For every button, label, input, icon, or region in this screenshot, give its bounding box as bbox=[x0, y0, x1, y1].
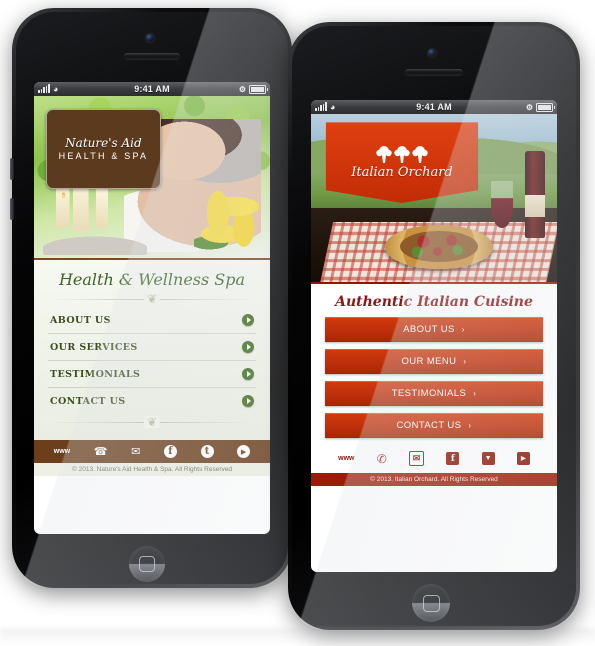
battery-icon bbox=[249, 84, 268, 94]
earpiece-speaker bbox=[124, 53, 180, 60]
twitter-icon[interactable]: t bbox=[200, 445, 214, 458]
status-time: 9:41 AM bbox=[134, 84, 170, 94]
earpiece-speaker bbox=[405, 69, 463, 76]
phone-left-screen: ◕ 9:41 AM ⚙ Nature's Aid HEALTH & SPA He… bbox=[34, 82, 270, 534]
button-label: TESTIMONIALS bbox=[391, 388, 467, 399]
spa-content: Health & Wellness Spa ❦ ABOUT US OUR SER… bbox=[34, 258, 270, 476]
volume-down-button[interactable] bbox=[10, 198, 14, 220]
flourish-icon: ❦ bbox=[143, 416, 161, 428]
italian-tagline: Authentic Italian Cuisine bbox=[335, 294, 533, 310]
spa-nav-list: ABOUT US OUR SERVICES TESTIMONIALS CONTA… bbox=[48, 307, 256, 414]
arrow-right-icon[interactable] bbox=[242, 395, 254, 407]
about-us-button[interactable]: ABOUT US › bbox=[325, 317, 543, 342]
nav-label: TESTIMONIALS bbox=[50, 368, 141, 380]
arrow-right-icon[interactable] bbox=[242, 314, 254, 326]
button-label: ABOUT US bbox=[403, 324, 455, 335]
phone-right-screen: ◕ 9:41 AM ⚙ Italian Orchard Authentic It… bbox=[311, 100, 557, 572]
tree-icon bbox=[394, 145, 410, 163]
www-icon[interactable]: www bbox=[54, 448, 70, 455]
email-icon[interactable]: ✉ bbox=[131, 445, 140, 458]
spa-logo[interactable]: Nature's Aid HEALTH & SPA bbox=[45, 108, 162, 189]
arrow-right-icon[interactable] bbox=[242, 368, 254, 380]
sidebar-item-about-us[interactable]: ABOUT US bbox=[48, 307, 256, 334]
phone-left: ◕ 9:41 AM ⚙ Nature's Aid HEALTH & SPA He… bbox=[10, 8, 292, 588]
front-camera-icon bbox=[146, 34, 154, 42]
arrow-right-icon[interactable] bbox=[242, 341, 254, 353]
phone-right: ◕ 9:41 AM ⚙ Italian Orchard Authentic It… bbox=[288, 22, 580, 630]
italian-logo-text: Italian Orchard bbox=[351, 164, 453, 180]
twitter-icon[interactable]: ▼ bbox=[481, 452, 495, 465]
wine-bottle-photo bbox=[525, 150, 545, 239]
home-button-square-icon bbox=[139, 556, 155, 572]
chevron-right-icon: › bbox=[468, 421, 472, 430]
facebook-icon[interactable]: f bbox=[163, 445, 177, 458]
facebook-icon[interactable]: f bbox=[446, 452, 460, 465]
ornament-divider-top: ❦ bbox=[48, 293, 256, 305]
italian-orchard-logo[interactable]: Italian Orchard bbox=[325, 122, 479, 204]
candle-flame-icon bbox=[62, 192, 66, 199]
spa-copyright: © 2013. Nature's Aid Health & Spa. All R… bbox=[34, 463, 270, 476]
sidebar-item-our-services[interactable]: OUR SERVICES bbox=[48, 334, 256, 361]
button-label: CONTACT US bbox=[396, 420, 462, 431]
chevron-right-icon: › bbox=[463, 357, 467, 366]
status-time: 9:41 AM bbox=[416, 102, 452, 112]
nav-label: OUR SERVICES bbox=[50, 341, 138, 353]
status-bar-right: ◕ 9:41 AM ⚙ bbox=[311, 100, 557, 114]
spa-tagline: Health & Wellness Spa bbox=[58, 270, 246, 289]
battery-icon bbox=[536, 102, 555, 112]
tree-icon bbox=[412, 145, 428, 163]
italian-social-bar: www ✆ ✉ f ▼ ▶ bbox=[311, 445, 557, 473]
volume-up-button[interactable] bbox=[10, 158, 14, 180]
testimonials-button[interactable]: TESTIMONIALS › bbox=[325, 381, 543, 406]
lily-flower-photo bbox=[194, 186, 266, 252]
youtube-icon[interactable]: ▶ bbox=[237, 445, 251, 458]
status-bar-left: ◕ 9:41 AM ⚙ bbox=[34, 82, 270, 96]
tree-icons bbox=[376, 145, 428, 164]
spa-logo-line2: HEALTH & SPA bbox=[58, 151, 149, 162]
home-button[interactable] bbox=[412, 584, 450, 622]
front-camera-icon bbox=[428, 49, 436, 57]
our-menu-button[interactable]: OUR MENU › bbox=[325, 349, 543, 374]
contact-us-button[interactable]: CONTACT US › bbox=[325, 413, 543, 438]
youtube-icon[interactable]: ▶ bbox=[516, 452, 530, 465]
email-icon[interactable]: ✉ bbox=[409, 451, 425, 466]
sidebar-item-contact-us[interactable]: CONTACT US bbox=[48, 388, 256, 414]
sidebar-item-testimonials[interactable]: TESTIMONIALS bbox=[48, 361, 256, 388]
chevron-right-icon: › bbox=[461, 325, 465, 334]
nav-label: ABOUT US bbox=[50, 314, 111, 326]
spa-logo-line1: Nature's Aid bbox=[65, 136, 142, 151]
button-label: OUR MENU bbox=[401, 356, 457, 367]
italian-nav-list: ABOUT US › OUR MENU › TESTIMONIALS › CON… bbox=[311, 317, 557, 438]
wine-glass-photo bbox=[490, 181, 513, 229]
phone-icon[interactable]: ✆ bbox=[377, 452, 387, 466]
spa-social-bar: www ☎ ✉ f t ▶ bbox=[34, 440, 270, 463]
italian-hero-image: Italian Orchard bbox=[311, 114, 557, 282]
italian-content: Authentic Italian Cuisine ABOUT US › OUR… bbox=[311, 282, 557, 486]
phone-icon[interactable]: ☎ bbox=[94, 445, 108, 458]
home-button[interactable] bbox=[129, 546, 165, 582]
spa-hero-image: Nature's Aid HEALTH & SPA bbox=[34, 96, 270, 258]
www-icon[interactable]: www bbox=[338, 455, 354, 462]
ornament-divider-bottom: ❦ bbox=[48, 416, 256, 428]
home-button-square-icon bbox=[423, 595, 440, 612]
nav-label: CONTACT US bbox=[50, 395, 126, 407]
italian-copyright: © 2013. Italian Orchard. All Rights Rese… bbox=[311, 473, 557, 486]
flourish-icon: ❦ bbox=[143, 293, 161, 305]
pizza-photo bbox=[384, 224, 494, 269]
tree-icon bbox=[376, 145, 392, 163]
surface-reflection bbox=[0, 628, 595, 646]
chevron-right-icon: › bbox=[473, 389, 477, 398]
